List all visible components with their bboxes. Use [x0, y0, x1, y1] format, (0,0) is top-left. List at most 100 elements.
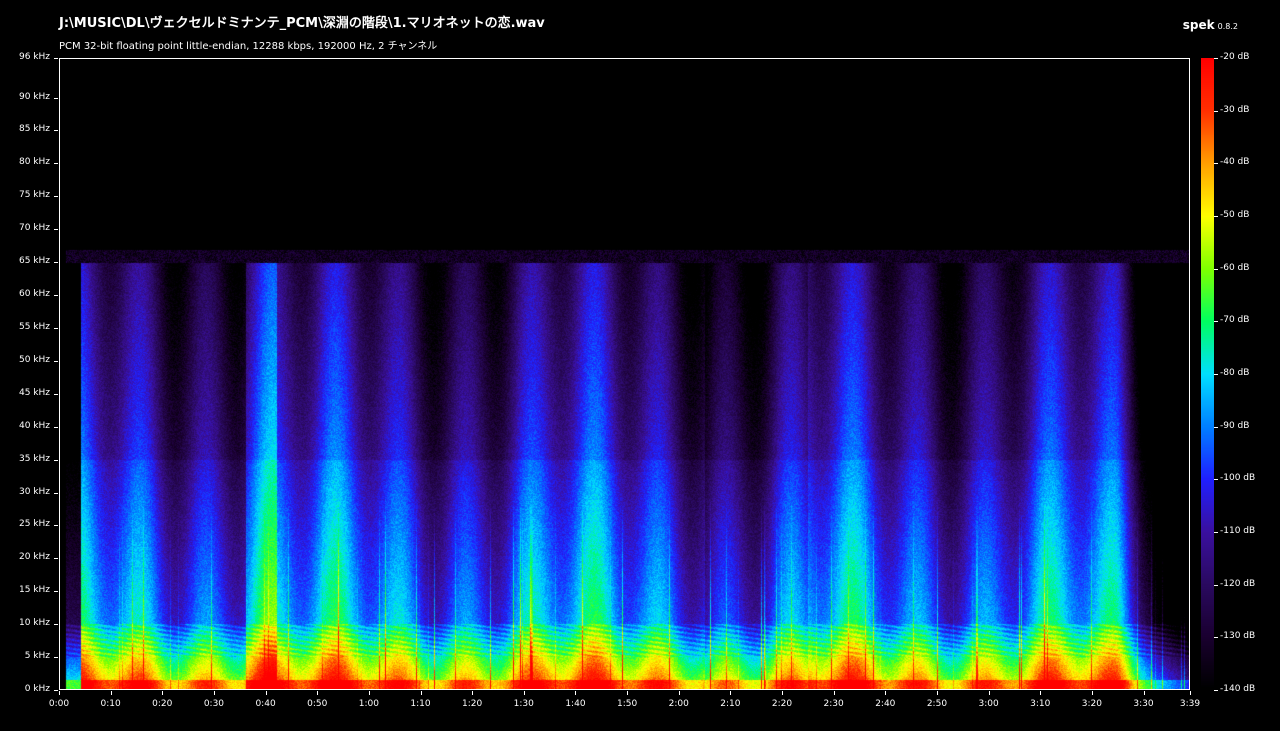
x-tick-mark [575, 691, 576, 695]
x-tick-mark [472, 691, 473, 695]
y-tick-label: 10 kHz [18, 618, 50, 629]
x-tick-mark [1190, 691, 1191, 695]
db-tick-mark [1214, 321, 1218, 322]
y-tick-mark [54, 229, 58, 230]
x-tick-mark [1092, 691, 1093, 695]
x-tick-label: 2:10 [720, 699, 741, 709]
y-tick-label: 40 kHz [18, 420, 50, 431]
y-tick-mark [54, 262, 58, 263]
y-tick-mark [54, 525, 58, 526]
x-tick-mark [1040, 691, 1041, 695]
spectrogram-heatmap [60, 59, 1189, 689]
stream-info: PCM 32-bit floating point little-endian,… [59, 41, 438, 52]
file-title: J:\MUSIC\DL\ヴェクセルドミナンテ_PCM\深淵の階段\1.マリオネッ… [59, 16, 545, 31]
y-tick-mark [54, 130, 58, 131]
x-tick-mark [369, 691, 370, 695]
db-tick-mark [1214, 637, 1218, 638]
y-tick-mark [54, 427, 58, 428]
db-tick-label: -90 dB [1220, 420, 1250, 431]
db-tick-label: -70 dB [1220, 315, 1250, 326]
db-tick-mark [1214, 269, 1218, 270]
x-tick-mark [111, 691, 112, 695]
y-tick-label: 25 kHz [18, 519, 50, 530]
x-tick-label: 3:10 [1030, 699, 1051, 709]
x-tick-label: 3:30 [1133, 699, 1154, 709]
y-tick-label: 80 kHz [18, 157, 50, 168]
db-tick-label: -60 dB [1220, 262, 1250, 273]
db-tick-mark [1214, 163, 1218, 164]
db-tick-label: -140 dB [1220, 684, 1256, 694]
x-tick-label: 3:39 [1179, 699, 1201, 709]
app-brand: spek 0.8.2 [1183, 14, 1238, 33]
x-tick-label: 2:30 [823, 699, 844, 709]
y-tick-label: 75 kHz [18, 190, 50, 201]
y-tick-mark [54, 591, 58, 592]
y-tick-label: 70 kHz [18, 223, 50, 234]
x-tick-mark [627, 691, 628, 695]
y-tick-mark [54, 361, 58, 362]
y-tick-mark [54, 493, 58, 494]
y-tick-label: 30 kHz [18, 486, 50, 497]
db-tick-label: -50 dB [1220, 210, 1250, 220]
db-tick-label: -120 dB [1220, 578, 1256, 589]
x-tick-label: 1:00 [358, 699, 379, 709]
x-tick-mark [730, 691, 731, 695]
db-tick-mark [1214, 374, 1218, 375]
y-tick-mark [54, 657, 58, 658]
x-tick-mark [1144, 691, 1145, 695]
x-tick-label: 1:50 [616, 699, 638, 709]
x-tick-mark [266, 691, 267, 695]
x-tick-mark [782, 691, 783, 695]
x-tick-label: 2:50 [926, 699, 948, 709]
db-tick-mark [1214, 585, 1218, 586]
x-tick-label: 2:20 [771, 699, 793, 709]
y-tick-label: 85 kHz [18, 124, 50, 135]
y-tick-mark [54, 163, 58, 164]
x-tick-label: 3:00 [978, 699, 999, 709]
app-version: 0.8.2 [1217, 22, 1238, 31]
db-tick-label: -20 dB [1220, 52, 1250, 62]
db-tick-label: -110 dB [1220, 526, 1256, 536]
y-tick-label: 90 kHz [18, 91, 50, 102]
x-tick-mark [421, 691, 422, 695]
y-tick-label: 55 kHz [18, 321, 50, 332]
y-tick-mark [54, 328, 58, 329]
x-tick-label: 0:30 [203, 699, 225, 709]
y-tick-mark [54, 295, 58, 296]
db-tick-label: -100 dB [1220, 473, 1256, 484]
colorbar-gradient [1201, 58, 1214, 690]
x-tick-mark [524, 691, 525, 695]
y-tick-mark [54, 460, 58, 461]
db-tick-mark [1214, 427, 1218, 428]
y-tick-mark [54, 98, 58, 99]
db-tick-mark [1214, 58, 1218, 59]
spectrogram-plot [59, 58, 1190, 690]
y-tick-label: 65 kHz [18, 256, 50, 267]
y-tick-label: 96 kHz [18, 52, 50, 62]
x-tick-label: 2:00 [668, 699, 689, 709]
y-tick-label: 15 kHz [18, 585, 50, 596]
x-tick-mark [989, 691, 990, 695]
db-tick-mark [1214, 216, 1218, 217]
x-tick-label: 1:20 [462, 699, 483, 709]
x-tick-label: 0:50 [307, 699, 328, 709]
db-tick-mark [1214, 479, 1218, 480]
x-tick-label: 0:40 [255, 699, 276, 709]
x-tick-label: 0:00 [48, 699, 70, 709]
db-tick-label: -40 dB [1220, 157, 1250, 168]
x-tick-mark [214, 691, 215, 695]
x-tick-mark [834, 691, 835, 695]
y-tick-label: 50 kHz [18, 354, 50, 365]
x-tick-label: 1:10 [410, 699, 431, 709]
db-tick-mark [1214, 111, 1218, 112]
x-tick-label: 3:20 [1081, 699, 1102, 709]
y-tick-mark [54, 624, 58, 625]
db-colorbar [1201, 58, 1214, 690]
x-tick-label: 1:40 [565, 699, 586, 709]
x-tick-mark [59, 691, 60, 695]
x-tick-mark [162, 691, 163, 695]
db-tick-mark [1214, 690, 1218, 691]
x-tick-label: 0:10 [100, 699, 121, 709]
db-tick-mark [1214, 532, 1218, 533]
x-tick-mark [885, 691, 886, 695]
